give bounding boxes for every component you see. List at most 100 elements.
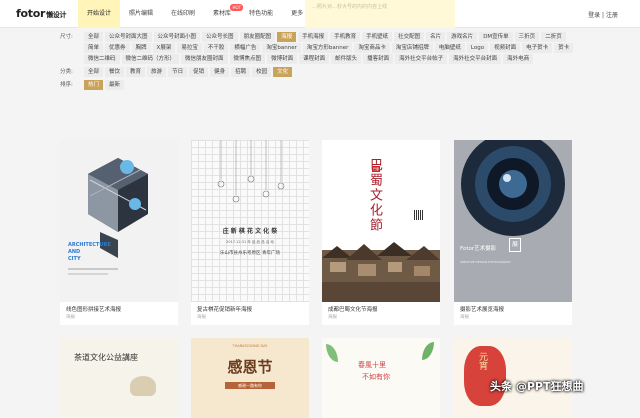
category-tag[interactable]: 文化 bbox=[273, 67, 293, 77]
size-tag[interactable]: 易拉宝 bbox=[177, 43, 202, 53]
size-tag[interactable]: 二折页 bbox=[541, 32, 566, 42]
size-tag[interactable]: 电子贺卡 bbox=[522, 43, 553, 53]
card-subtitle: 海报 bbox=[66, 315, 75, 320]
nav-features[interactable]: 特色功能 bbox=[240, 0, 282, 28]
size-tag[interactable]: 视频封面 bbox=[490, 43, 521, 53]
poster-spring-line2: 不如有你 bbox=[362, 373, 390, 381]
nav-photo-edit[interactable]: 照片编辑 bbox=[120, 0, 162, 28]
size-tag[interactable]: 海外社交平台封面 bbox=[449, 54, 502, 64]
size-tag[interactable]: 公众号封面大图 bbox=[105, 32, 152, 42]
size-tag[interactable]: 淘宝商品卡 bbox=[354, 43, 390, 53]
poster-architecture-textline bbox=[68, 268, 118, 270]
nav-start-design[interactable]: 开始设计 bbox=[78, 0, 121, 28]
size-tag[interactable]: 贺卡 bbox=[554, 43, 574, 53]
register-link[interactable]: 注册 bbox=[606, 12, 618, 19]
size-tag[interactable]: 淘宝店铺招牌 bbox=[391, 43, 433, 53]
size-tag[interactable]: X展架 bbox=[152, 43, 176, 53]
template-card-architecture[interactable]: ARCHITECTURE AND CITY 线色图形拼接艺术海报 海报 bbox=[60, 140, 178, 325]
template-card-newyear[interactable]: 庄 新 棋 花 文 化 祭 2017.12.31 年 品 品 品 活 动 乐山市… bbox=[191, 140, 309, 325]
size-tag[interactable]: 微信二维码 bbox=[84, 54, 120, 64]
poster-tea: 茶道文化公益講座 bbox=[60, 338, 178, 418]
size-tag[interactable]: 简单 bbox=[84, 43, 104, 53]
promo-banner-text: …照片对…秒大号的内的内容上线 bbox=[312, 4, 388, 10]
poster-photography-sub: CREATIVE DESIGN PHOTOGRAPHY bbox=[460, 260, 511, 264]
card-subtitle: 海报 bbox=[197, 315, 206, 320]
poster-spring: 春風十里 不如有你 bbox=[322, 338, 440, 418]
template-card-bashu[interactable]: 巴蜀文化節 巴蜀 成都巴蜀文化节海报 海报 bbox=[322, 140, 440, 325]
category-tag[interactable]: 校园 bbox=[252, 67, 272, 77]
sort-filter-row: 排序: 热门 最新 bbox=[60, 80, 580, 90]
size-tag[interactable]: 课程封面 bbox=[299, 54, 330, 64]
category-tag[interactable]: 促销 bbox=[189, 67, 209, 77]
size-tag[interactable]: 手机壁纸 bbox=[362, 32, 393, 42]
sort-tag[interactable]: 热门 bbox=[84, 80, 104, 90]
logo-text: fotor bbox=[16, 7, 46, 20]
template-card-tea[interactable]: 茶道文化公益講座 bbox=[60, 338, 178, 418]
category-tag[interactable]: 健身 bbox=[210, 67, 230, 77]
card-title: 线色图形拼接艺术海报 bbox=[66, 307, 122, 313]
size-tag[interactable]: 名片 bbox=[426, 32, 446, 42]
top-navigation-bar: fotor懒设计 …照片对…秒大号的内的内容上线 开始设计 照片编辑 在线印刷 … bbox=[0, 0, 640, 28]
category-tag[interactable]: 节日 bbox=[168, 67, 188, 77]
template-card-lantern[interactable]: 元宵 bbox=[454, 338, 572, 418]
size-tag[interactable]: 海外社交平台帖子 bbox=[395, 54, 448, 64]
size-tag[interactable]: Logo bbox=[466, 43, 489, 53]
size-tag[interactable]: 公众号长图 bbox=[202, 32, 238, 42]
fotor-logo[interactable]: fotor懒设计 bbox=[16, 7, 67, 20]
poster-architecture-title2: AND bbox=[68, 249, 81, 255]
size-tag[interactable]: 全部 bbox=[84, 32, 104, 42]
category-tag[interactable]: 全部 bbox=[84, 67, 104, 77]
size-tag[interactable]: 播客封面 bbox=[363, 54, 394, 64]
size-tag[interactable]: 朋友圈配图 bbox=[239, 32, 276, 42]
size-tag[interactable]: 海报 bbox=[277, 32, 297, 42]
login-link[interactable]: 登录 bbox=[588, 12, 600, 19]
size-tag[interactable]: 优惠券 bbox=[105, 43, 130, 53]
size-tag[interactable]: 邮件版头 bbox=[331, 54, 362, 64]
poster-newyear-location: 乐山市县州乐考原区 青年广场 bbox=[220, 251, 280, 256]
template-card-thanksgiving[interactable]: THANKSGIVING DAY 感恩节 感谢一路有你 bbox=[191, 338, 309, 418]
size-tag[interactable]: 电脑壁纸 bbox=[434, 43, 465, 53]
nav-print[interactable]: 在线印刷 bbox=[162, 0, 204, 28]
size-tag[interactable]: 手机海报 bbox=[298, 32, 329, 42]
sort-tag[interactable]: 最新 bbox=[105, 80, 125, 90]
size-tag[interactable]: 社交配图 bbox=[394, 32, 425, 42]
size-tag[interactable]: 不干胶 bbox=[203, 43, 229, 53]
size-tag[interactable]: 微博焦点图 bbox=[229, 54, 266, 64]
poster-bashu: 巴蜀文化節 巴蜀 bbox=[322, 140, 440, 302]
poster-thanksgiving: THANKSGIVING DAY 感恩节 感谢一路有你 bbox=[191, 338, 309, 418]
size-tag[interactable]: 横幅广告 bbox=[230, 43, 261, 53]
size-tag[interactable]: 手机教育 bbox=[330, 32, 361, 42]
poster-newyear-title: 庄 新 棋 花 文 化 祭 bbox=[222, 228, 278, 235]
poster-spring-leaf-right bbox=[422, 342, 434, 360]
template-card-spring[interactable]: 春風十里 不如有你 bbox=[322, 338, 440, 418]
poster-architecture-title1: ARCHITECTURE bbox=[68, 242, 111, 248]
category-tag[interactable]: 教育 bbox=[126, 67, 146, 77]
size-tag[interactable]: 微信朋友圈封面 bbox=[181, 54, 228, 64]
size-tag[interactable]: 淘宝方形banner bbox=[302, 43, 353, 53]
nav-materials[interactable]: 素材库 HOT bbox=[204, 0, 244, 28]
poster-spring-leaf-left bbox=[326, 344, 338, 362]
logo-suffix: 懒设计 bbox=[46, 11, 67, 19]
size-tag[interactable]: DM宣传单 bbox=[479, 32, 513, 42]
template-card-photography[interactable]: 展 Fotor艺术摄影 CREATIVE DESIGN PHOTOGRAPHY … bbox=[454, 140, 572, 325]
poster-architecture-textline2 bbox=[68, 273, 108, 275]
category-tag[interactable]: 旅游 bbox=[147, 67, 167, 77]
size-tag[interactable]: 公众号封面小图 bbox=[153, 32, 201, 42]
poster-thanksgiving-sub: 感谢一路有你 bbox=[225, 382, 275, 389]
poster-bashu-village bbox=[322, 242, 440, 302]
size-tag[interactable]: 微博封面 bbox=[267, 54, 298, 64]
size-tag[interactable]: 三折页 bbox=[514, 32, 540, 42]
size-tag[interactable]: 微信二维码（方形） bbox=[121, 54, 180, 64]
size-tag[interactable]: 胸牌 bbox=[131, 43, 151, 53]
nav-more[interactable]: 更多 bbox=[282, 0, 312, 28]
nav-materials-label: 素材库 bbox=[213, 10, 232, 17]
category-tag[interactable]: 餐饮 bbox=[105, 67, 125, 77]
poster-tea-illustration bbox=[130, 376, 156, 396]
size-tag[interactable]: 淘宝banner bbox=[262, 43, 301, 53]
size-tag[interactable]: 游戏名片 bbox=[447, 32, 478, 42]
poster-thanksgiving-top: THANKSGIVING DAY bbox=[232, 344, 268, 348]
sort-filter-label: 排序: bbox=[60, 82, 73, 88]
poster-newyear: 庄 新 棋 花 文 化 祭 2017.12.31 年 品 品 品 活 动 乐山市… bbox=[191, 140, 309, 302]
size-tag[interactable]: 海外电商 bbox=[503, 54, 534, 64]
category-tag[interactable]: 招聘 bbox=[231, 67, 251, 77]
